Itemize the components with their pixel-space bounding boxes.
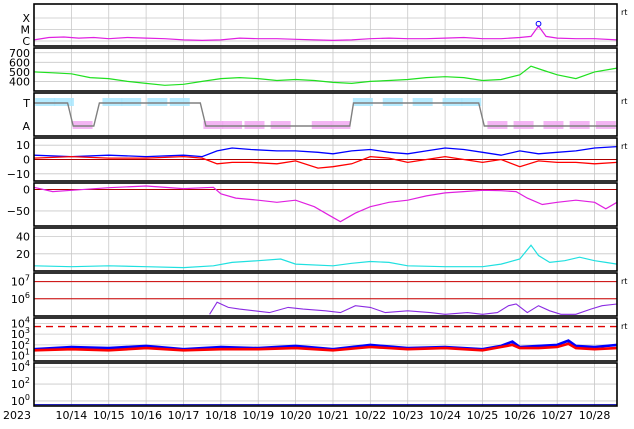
electron-right-label: rt <box>621 277 627 286</box>
imf-tick-label: 10 <box>16 139 30 152</box>
sector-right-label: rt <box>621 97 627 106</box>
neutron-tick-label: 102 <box>11 376 30 391</box>
imf-right-label: rt <box>621 142 627 151</box>
space-weather-chart-stack: C M Xrt 400 500 600 700 T Art −10 0 10 rt −50 0 20 40 106… <box>0 0 634 424</box>
sector-point <box>543 121 564 129</box>
electron-tick-label: 107 <box>11 274 30 289</box>
sector-point <box>102 98 123 106</box>
sector-point <box>203 121 224 129</box>
sector-point <box>35 98 56 106</box>
x-tick-label: 10/22 <box>354 409 386 422</box>
sector-point <box>487 121 508 129</box>
chart-svg: CMX rt400500600700TArt−10010 rt−5002040106… <box>3 3 627 422</box>
proton-plot-area <box>34 318 617 361</box>
sector-point <box>352 98 373 106</box>
neutron-plot-area <box>34 363 617 406</box>
x-tick-label: 10/28 <box>579 409 611 422</box>
sector-tick-A: A <box>22 120 30 133</box>
x-year-label: 2023 <box>3 409 31 422</box>
x-tick-label: 10/27 <box>541 409 573 422</box>
sector-point <box>72 121 93 129</box>
x-tick-label: 10/16 <box>130 409 162 422</box>
x-tick-label: 10/14 <box>56 409 88 422</box>
electron-tick-label: 106 <box>11 291 30 306</box>
electron-plot-area <box>34 273 617 316</box>
neutron-tick-label: 104 <box>11 359 30 374</box>
sector-point <box>569 121 590 129</box>
x-tick-label: 10/19 <box>242 409 274 422</box>
sector-point <box>311 121 332 129</box>
x-tick-label: 10/23 <box>392 409 424 422</box>
dst-tick-label: 0 <box>23 183 30 196</box>
pressure-tick-label: 40 <box>16 231 30 244</box>
sector-point <box>244 121 265 129</box>
neutron-tick-label: 100 <box>11 393 30 408</box>
pressure-plot-area <box>34 228 617 271</box>
x-tick-label: 10/25 <box>467 409 499 422</box>
sector-point <box>53 98 74 106</box>
sector-point <box>169 98 190 106</box>
x-tick-label: 10/15 <box>93 409 125 422</box>
speed-plot-area <box>34 48 617 91</box>
imf-tick-label: −10 <box>7 168 30 181</box>
sector-point <box>121 98 142 106</box>
x-tick-label: 10/21 <box>317 409 349 422</box>
sector-point <box>412 98 433 106</box>
sector-point <box>382 98 403 106</box>
x-tick-label: 10/17 <box>168 409 200 422</box>
imf-tick-label: 0 <box>23 154 30 167</box>
sector-point <box>330 121 351 129</box>
x-tick-label: 10/26 <box>504 409 536 422</box>
class-tick-M: M <box>21 24 31 37</box>
class-tick-X: X <box>22 12 30 25</box>
pressure-tick-label: 20 <box>16 248 30 261</box>
sector-point <box>442 98 463 106</box>
sector-tick-T: T <box>22 97 30 110</box>
sector-point <box>147 98 168 106</box>
sector-point <box>461 98 482 106</box>
x-tick-label: 10/20 <box>280 409 312 422</box>
x-tick-label: 10/24 <box>429 409 461 422</box>
x-tick-label: 10/18 <box>205 409 237 422</box>
class-right-label: rt <box>621 8 627 17</box>
sector-point <box>595 121 616 129</box>
sector-point <box>270 121 291 129</box>
proton-right-label: rt <box>621 322 627 331</box>
dst-tick-label: −50 <box>7 205 30 218</box>
sector-point <box>222 121 243 129</box>
sector-point <box>513 121 534 129</box>
speed-tick-label: 700 <box>9 47 30 60</box>
